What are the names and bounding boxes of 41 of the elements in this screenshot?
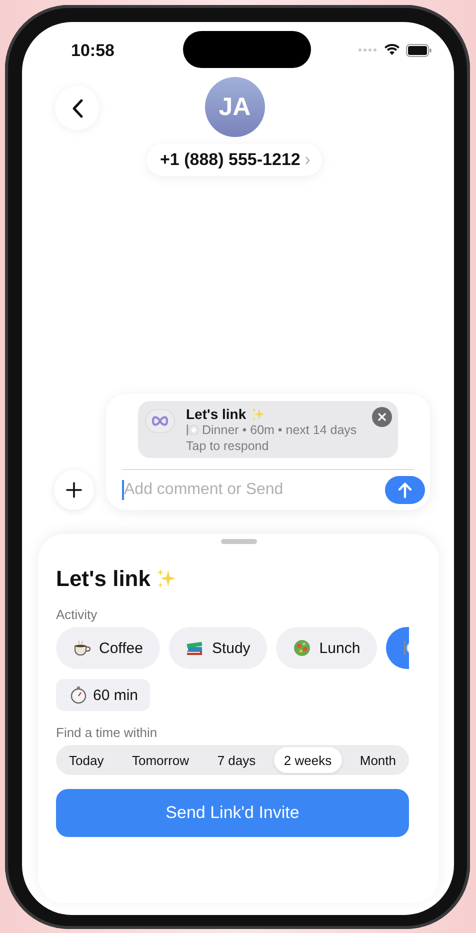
- contact-avatar: JA: [204, 77, 265, 137]
- activity-chip[interactable]: Coffee: [56, 627, 160, 669]
- sheet-title: Let's link: [56, 566, 150, 592]
- invite-details: Dinner • 60m • next 14 days: [202, 422, 357, 438]
- activity-chip[interactable]: Study: [168, 627, 268, 669]
- infinity-icon: [145, 409, 175, 433]
- send-button[interactable]: [385, 476, 425, 504]
- books-icon: [186, 639, 204, 657]
- invite-title: Let's link: [186, 406, 246, 422]
- comment-field[interactable]: Add comment or Send: [124, 481, 379, 499]
- range-option[interactable]: Today: [59, 747, 114, 773]
- range-option[interactable]: 7 days: [207, 747, 266, 773]
- plus-icon: [66, 482, 82, 498]
- cellular-signal-icon: [358, 48, 378, 52]
- status-time: 10:58: [71, 41, 114, 61]
- wifi-icon: [384, 44, 400, 56]
- back-button[interactable]: [55, 86, 99, 130]
- range-option[interactable]: Tomorrow: [122, 747, 200, 773]
- add-button[interactable]: [54, 470, 94, 510]
- chevron-right-icon: [305, 156, 310, 164]
- coffee-cup-icon: [73, 640, 91, 656]
- close-icon: [378, 413, 386, 421]
- activity-chip[interactable]: Lunch: [276, 627, 378, 669]
- activity-label: Activity: [56, 607, 98, 622]
- contact-phone-button[interactable]: +1 (888) 555-1212: [147, 144, 322, 176]
- plate-icon: [186, 423, 200, 437]
- arrow-up-icon: [398, 482, 412, 498]
- text-cursor: [122, 480, 124, 500]
- salad-bowl-icon: [293, 639, 312, 657]
- stopwatch-icon: [70, 686, 87, 704]
- sparkles-icon: [251, 406, 266, 422]
- send-invite-button[interactable]: Send Link'd Invite: [56, 789, 409, 837]
- range-label: Find a time within: [56, 725, 158, 740]
- range-option[interactable]: 2 weeks: [274, 747, 342, 773]
- invite-card[interactable]: Let's link Dinner • 60m • next 14 days Tap to respond: [138, 401, 398, 458]
- close-button[interactable]: [372, 407, 392, 427]
- duration-chip[interactable]: 60 min: [56, 679, 150, 711]
- range-option[interactable]: Month: [350, 747, 406, 773]
- invite-hint: Tap to respond: [186, 438, 270, 454]
- battery-icon: [406, 44, 432, 56]
- chevron-left-icon: [72, 98, 82, 118]
